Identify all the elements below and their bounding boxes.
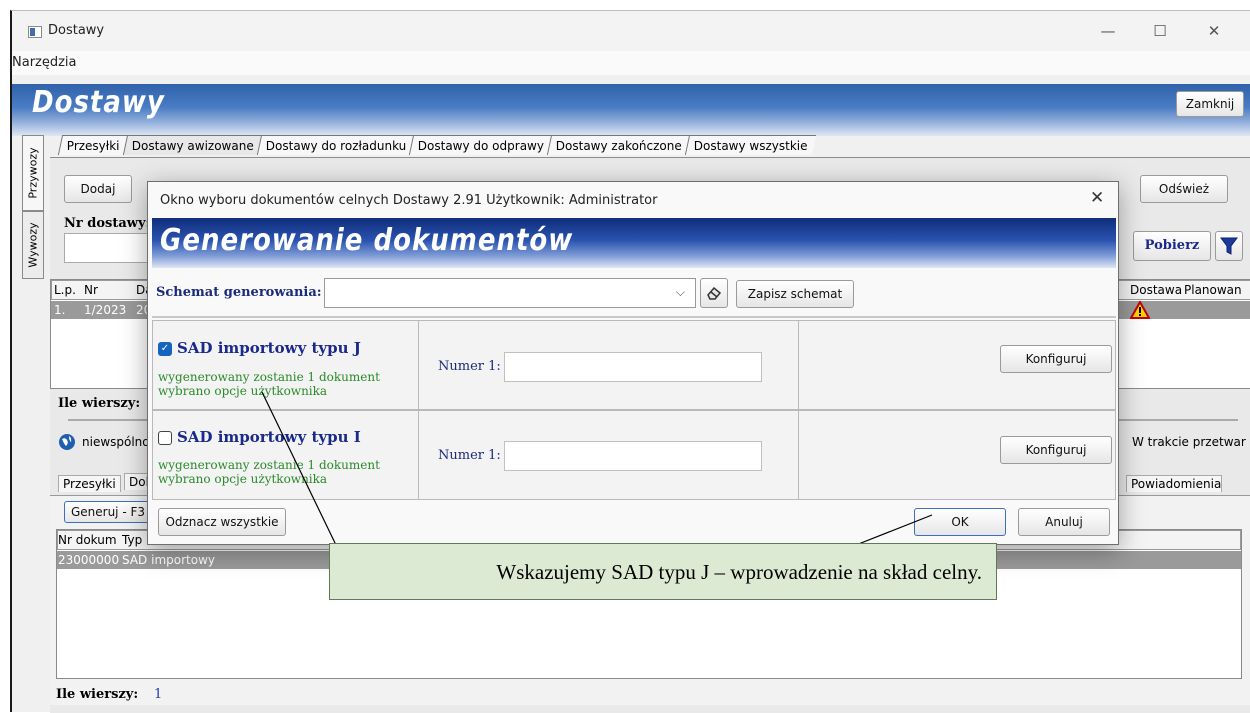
tab-label: Dostawy do rozładunku — [265, 139, 406, 153]
sad-j-line2: wybrano opcje użytkownika — [158, 384, 328, 398]
warning-icon — [1129, 299, 1151, 322]
tab-dostawy-do-odprawy[interactable]: Dostawy do odprawy — [408, 135, 553, 155]
tab-dostawy-awizowane[interactable]: Dostawy awizowane — [122, 135, 262, 155]
side-tab-wywozy[interactable]: Wywozy — [22, 211, 44, 279]
sad-i-configure-button[interactable]: Konfiguruj — [1000, 436, 1112, 464]
side-tab-label: Przywozy — [26, 147, 40, 199]
divider — [152, 316, 1116, 318]
divider — [798, 410, 799, 500]
tab-label: Dostawy zakończone — [556, 139, 683, 153]
sad-j-number-label: Numer 1: — [438, 359, 501, 374]
zamknij-button[interactable]: Zamknij — [1176, 91, 1244, 117]
side-tab-przywozy[interactable]: Przywozy — [22, 135, 44, 211]
globe-icon — [58, 433, 76, 454]
menu-bar — [12, 51, 1250, 75]
cell-typ: SAD importowy — [122, 553, 215, 567]
sad-i-checkbox[interactable] — [158, 431, 172, 445]
maximize-icon[interactable]: ☐ — [1142, 19, 1178, 43]
nr-dostawy-input[interactable] — [64, 233, 154, 263]
tab-dostawy-wszystkie[interactable]: Dostawy wszystkie — [685, 135, 817, 155]
sad-j-title: SAD importowy typu J — [177, 339, 361, 357]
pobierz-button[interactable]: Pobierz — [1133, 231, 1211, 261]
sad-i-line1: wygenerowany zostanie 1 dokument — [158, 458, 380, 472]
sad-j-number-input[interactable] — [504, 352, 762, 382]
tab-dostawy-zakonczone[interactable]: Dostawy zakończone — [547, 135, 691, 155]
nr-dostawy-label: Nr dostawy: — [64, 216, 151, 231]
filter-button[interactable] — [1215, 231, 1243, 261]
col-header-nr[interactable]: Nr — [84, 283, 98, 297]
sad-i-title: SAD importowy typu I — [177, 428, 361, 446]
header-banner — [12, 84, 1250, 136]
ok-button[interactable]: OK — [914, 508, 1006, 536]
sad-j-configure-button[interactable]: Konfiguruj — [1000, 345, 1112, 373]
odswiez-button[interactable]: Odśwież — [1140, 175, 1228, 203]
bottom-rows-count-value: 1 — [154, 687, 163, 702]
cell-nr-dokumentu: 23000000 — [58, 553, 120, 567]
col-header-typ[interactable]: Typ — [122, 533, 142, 547]
app-icon — [28, 26, 42, 38]
tab-label: Dostawy wszystkie — [694, 139, 808, 153]
generate-documents-dialog: Okno wyboru dokumentów celnych Dostawy 2… — [147, 181, 1119, 545]
divider — [418, 320, 419, 410]
zapisz-schemat-button[interactable]: Zapisz schemat — [736, 280, 854, 308]
title-bar — [12, 11, 1250, 51]
filter-icon — [1220, 237, 1238, 255]
window-title: Dostawy — [48, 23, 105, 38]
sad-i-number-input[interactable] — [504, 441, 762, 471]
status-right: W trakcie przetwar — [1132, 435, 1246, 449]
side-tab-label: Wywozy — [26, 222, 40, 268]
tab-label: Przesyłki — [66, 139, 120, 153]
eraser-button[interactable] — [700, 278, 728, 308]
col-header-dostawa[interactable]: Dostawa — [1130, 283, 1182, 297]
col-header-lp[interactable]: L.p. — [54, 283, 76, 297]
dodaj-button[interactable]: Dodaj — [64, 175, 132, 203]
sad-i-line2: wybrano opcje użytkownika — [158, 472, 328, 486]
schema-select[interactable] — [324, 278, 696, 308]
cancel-button[interactable]: Anuluj — [1018, 508, 1110, 536]
tab-przesylki[interactable]: Przesyłki — [57, 135, 128, 155]
col-header-planowana[interactable]: Planowan — [1184, 283, 1242, 297]
deselect-all-button[interactable]: Odznacz wszystkie — [158, 508, 286, 536]
menu-narzedzia[interactable]: Narzędzia — [12, 55, 77, 70]
divider — [418, 410, 419, 500]
status-left: niewspólno — [82, 435, 150, 449]
dialog-title: Okno wyboru dokumentów celnych Dostawy 2… — [160, 193, 658, 208]
bottom-rows-count-label: Ile wierszy: — [56, 687, 139, 702]
cell-nr: 1/2023 — [84, 303, 127, 317]
sad-i-number-label: Numer 1: — [438, 448, 501, 463]
bottom-tab-powiadomienia[interactable]: Powiadomienia — [1126, 475, 1222, 492]
callout-note: Wskazujemy SAD typu J – wprowadzenie na … — [329, 543, 997, 600]
dialog-close-icon[interactable]: ✕ — [1090, 188, 1104, 208]
minimize-icon[interactable]: — — [1090, 19, 1126, 43]
sad-j-checkbox[interactable]: ✓ — [158, 342, 172, 356]
rows-count-label: Ile wierszy: — [58, 396, 141, 411]
sad-j-line1: wygenerowany zostanie 1 dokument — [158, 370, 380, 384]
bottom-tab-przesylki[interactable]: Przesyłki — [58, 475, 121, 492]
eraser-icon — [707, 286, 722, 300]
col-header-nr-dokumentu[interactable]: Nr dokum — [58, 533, 117, 547]
dialog-banner-title: Generowanie dokumentów — [160, 223, 574, 259]
close-icon[interactable]: ✕ — [1196, 19, 1232, 43]
page-title: Dostawy — [32, 85, 165, 121]
tab-label: Dostawy do odprawy — [417, 139, 545, 153]
tab-dostawy-do-rozladunku[interactable]: Dostawy do rozładunku — [256, 135, 415, 155]
schema-label: Schemat generowania: — [156, 285, 322, 300]
divider — [798, 320, 799, 410]
main-tabs: Przesyłki Dostawy awizowane Dostawy do roz… — [57, 135, 817, 157]
cell-lp: 1. — [54, 303, 66, 317]
generuj-button[interactable]: Generuj - F3 — [64, 501, 152, 523]
tab-label: Dostawy awizowane — [131, 139, 254, 153]
